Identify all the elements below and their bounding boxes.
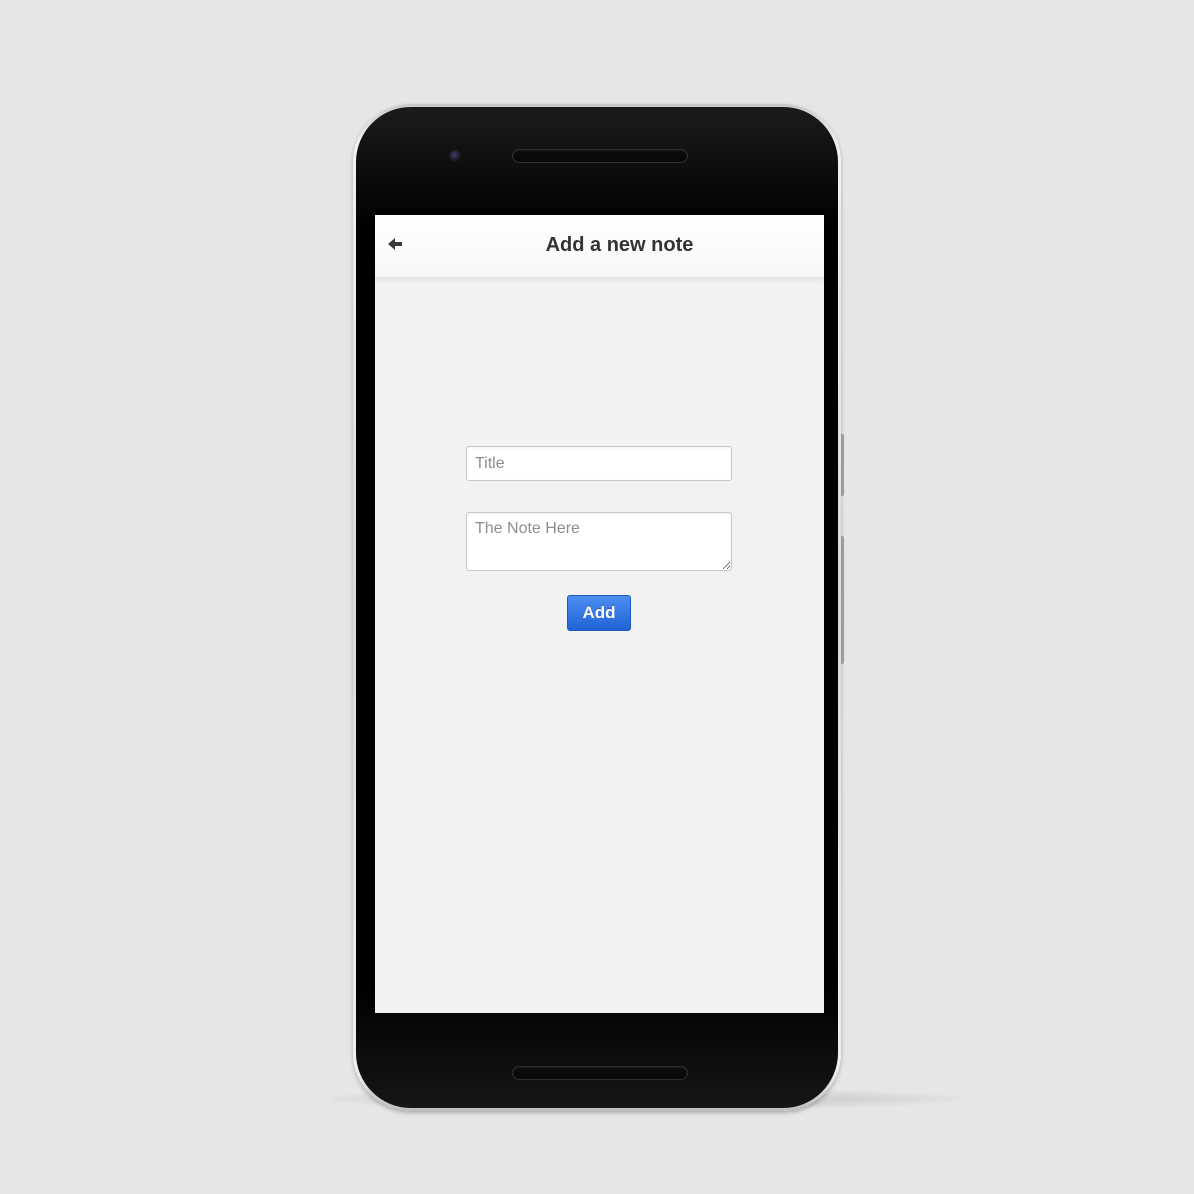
phone-device: Add a new note Add xyxy=(353,104,844,1111)
app-header: Add a new note xyxy=(375,215,824,278)
app-screen: Add a new note Add xyxy=(375,215,824,1013)
page-title: Add a new note xyxy=(545,234,694,256)
phone-volume-button xyxy=(841,536,844,664)
phone-side-button xyxy=(841,434,844,496)
arrow-left-icon xyxy=(388,238,402,250)
back-button[interactable] xyxy=(385,233,407,255)
front-camera xyxy=(449,150,461,162)
phone-body: Add a new note Add xyxy=(356,107,838,1108)
top-speaker xyxy=(512,149,688,163)
stage: Add a new note Add xyxy=(0,0,1194,1194)
add-button[interactable]: Add xyxy=(567,595,631,631)
title-input[interactable] xyxy=(466,446,732,481)
note-textarea[interactable] xyxy=(466,512,732,571)
bottom-speaker xyxy=(512,1066,688,1080)
